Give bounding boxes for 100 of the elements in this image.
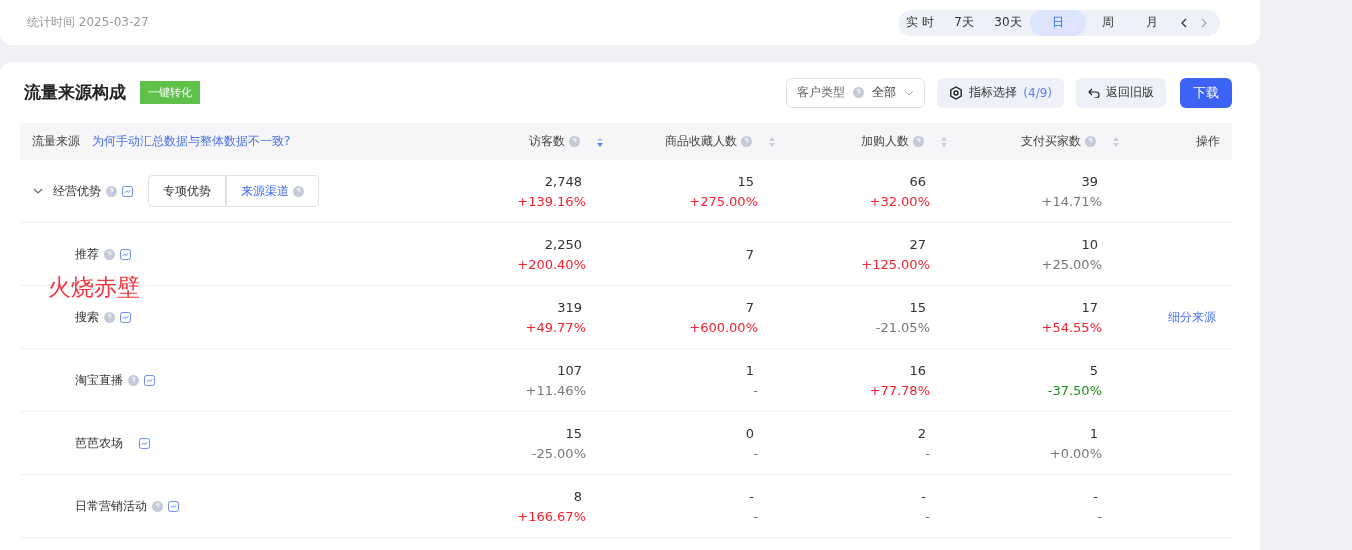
column-header[interactable]: 支付买家数 — [1021, 133, 1081, 150]
change-rate: +275.00% — [689, 193, 758, 209]
source-name: 经营优势 — [53, 182, 101, 200]
button-label: 指标选择 — [969, 84, 1018, 101]
change-rate: -25.00% — [531, 445, 586, 461]
help-icon[interactable] — [106, 185, 117, 197]
metric-value: 319 — [557, 299, 583, 315]
change-rate: +54.55% — [1041, 319, 1102, 335]
metric-value: 15 — [909, 299, 927, 315]
metric-value: 27 — [909, 236, 927, 252]
action-link[interactable]: 细分来源 — [1168, 308, 1232, 326]
sort-icon[interactable] — [940, 135, 948, 148]
change-rate: - — [753, 382, 758, 398]
stat-time: 统计时间 2025-03-27 — [27, 14, 149, 31]
trend-chart-icon[interactable] — [139, 437, 150, 449]
segment-tab[interactable]: 来源渠道 — [226, 175, 319, 207]
sort-icon[interactable] — [768, 135, 776, 148]
metric-value: 16 — [909, 362, 927, 378]
metric-value: - — [749, 488, 755, 504]
change-rate: +77.78% — [869, 382, 930, 398]
source-name: 日常营销活动 — [75, 497, 147, 515]
metric-value: 1 — [1089, 425, 1099, 441]
trend-chart-icon[interactable] — [120, 248, 131, 260]
change-rate: -21.05% — [875, 319, 930, 335]
customer-type-select[interactable]: 客户类型 全部 — [786, 77, 926, 108]
metric-value: 5 — [1089, 362, 1099, 378]
column-header: 操作 — [1196, 133, 1221, 150]
trend-chart-icon[interactable] — [122, 185, 133, 197]
column-header: 流量来源 — [32, 133, 80, 150]
help-icon[interactable] — [104, 248, 115, 260]
trend-chart-icon[interactable] — [168, 500, 179, 512]
download-button[interactable]: 下载 — [1180, 77, 1232, 108]
sort-icon[interactable] — [1112, 135, 1120, 148]
segment-tab[interactable]: 专项优势 — [148, 175, 226, 207]
change-rate: - — [925, 445, 930, 461]
period-tab[interactable]: 实 时 — [898, 9, 942, 36]
undo-icon — [1088, 87, 1100, 98]
sort-icon[interactable] — [596, 135, 604, 148]
change-rate: +200.40% — [517, 256, 586, 272]
period-tab[interactable]: 周 — [1086, 9, 1130, 36]
metric-value: 15 — [737, 173, 755, 189]
metric-value: 1 — [745, 362, 755, 378]
help-icon[interactable] — [152, 500, 163, 512]
metric-value: 2 — [917, 425, 927, 441]
metric-value: 2,250 — [544, 236, 583, 252]
change-rate: - — [925, 508, 930, 524]
source-name: 芭芭农场 — [75, 434, 123, 452]
metric-value: 7 — [745, 299, 755, 315]
change-rate: - — [753, 508, 758, 524]
metric-value: 66 — [909, 173, 927, 189]
hexagon-icon — [949, 85, 964, 100]
column-header[interactable]: 加购人数 — [861, 133, 909, 150]
help-icon[interactable] — [104, 311, 115, 323]
metric-select-button[interactable]: 指标选择 (4/9) — [937, 77, 1064, 108]
column-header[interactable]: 访客数 — [529, 133, 565, 150]
back-old-version-button[interactable]: 返回旧版 — [1076, 77, 1166, 108]
select-value: 全部 — [872, 84, 897, 101]
period-tab[interactable]: 月 — [1130, 9, 1174, 36]
help-icon[interactable] — [128, 374, 139, 386]
metric-value: 7 — [745, 246, 755, 262]
change-rate: - — [753, 445, 758, 461]
help-icon[interactable] — [741, 136, 752, 147]
chevron-down-icon — [904, 89, 915, 96]
help-icon[interactable] — [913, 136, 924, 147]
card-title: 流量来源构成 — [24, 81, 126, 104]
change-rate: +166.67% — [517, 508, 586, 524]
metric-value: - — [921, 488, 927, 504]
source-name: 搜索 — [75, 308, 99, 326]
chevron-down-icon[interactable] — [32, 187, 44, 195]
metric-value: 2,748 — [544, 173, 583, 189]
annotation-text: 火烧赤壁 — [48, 273, 140, 302]
help-icon[interactable] — [853, 87, 865, 98]
period-tab[interactable]: 7天 — [942, 9, 986, 36]
metric-value: 107 — [557, 362, 583, 378]
change-rate: - — [1097, 508, 1102, 524]
change-rate: +11.46% — [525, 382, 586, 398]
metric-value: 39 — [1081, 173, 1099, 189]
metric-value: 8 — [573, 488, 583, 504]
period-tab[interactable]: 30天 — [986, 9, 1030, 36]
metric-value: 10 — [1081, 236, 1099, 252]
metric-value: - — [1093, 488, 1099, 504]
help-link[interactable]: 为何手动汇总数据与整体数据不一致? — [92, 133, 291, 150]
select-label: 客户类型 — [797, 84, 846, 101]
source-name: 淘宝直播 — [75, 371, 123, 389]
trend-chart-icon[interactable] — [120, 311, 131, 323]
change-rate: +14.71% — [1041, 193, 1102, 209]
change-rate: +125.00% — [861, 256, 930, 272]
metric-value: 15 — [565, 425, 583, 441]
help-icon[interactable] — [569, 136, 580, 147]
change-rate: +600.00% — [689, 319, 758, 335]
metric-value: 0 — [745, 425, 755, 441]
column-header[interactable]: 商品收藏人数 — [665, 133, 737, 150]
trend-chart-icon[interactable] — [144, 374, 155, 386]
help-icon[interactable] — [1085, 136, 1096, 147]
change-rate: +139.16% — [517, 193, 586, 209]
period-tab[interactable]: 日 — [1030, 9, 1086, 36]
metric-value: 17 — [1081, 299, 1099, 315]
help-icon[interactable] — [293, 185, 304, 197]
change-rate: +25.00% — [1041, 256, 1102, 272]
change-rate: +0.00% — [1049, 445, 1102, 461]
